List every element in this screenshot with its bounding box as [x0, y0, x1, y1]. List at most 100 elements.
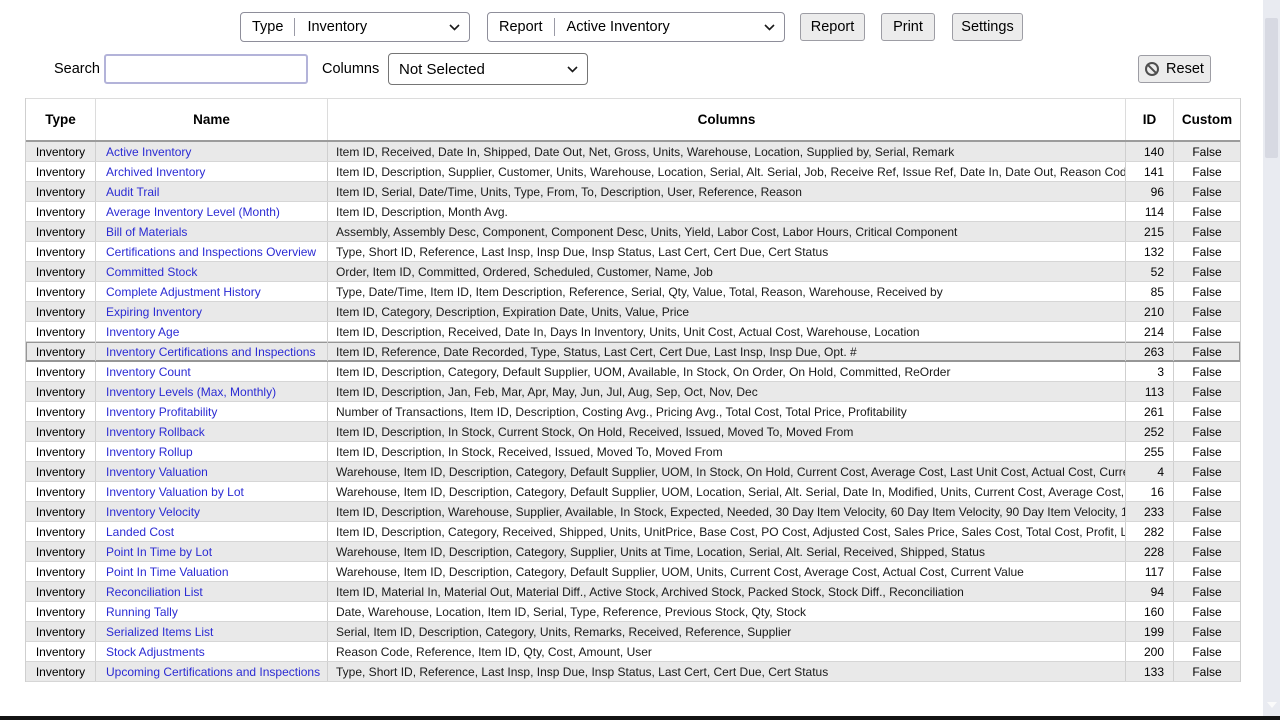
header-name[interactable]: Name [96, 99, 328, 140]
row-id: 133 [1126, 662, 1174, 681]
search-label: Search [54, 61, 100, 77]
report-name-link[interactable]: Committed Stock [106, 265, 197, 279]
row-custom: False [1174, 642, 1240, 661]
reset-button[interactable]: Reset [1138, 55, 1211, 83]
search-input[interactable] [104, 54, 308, 84]
table-row[interactable]: Inventory Inventory Levels (Max, Monthly… [26, 382, 1240, 402]
header-type[interactable]: Type [26, 99, 96, 140]
window-bottom-edge [0, 716, 1280, 720]
table-row[interactable]: Inventory Archived Inventory Item ID, De… [26, 162, 1240, 182]
header-id[interactable]: ID [1126, 99, 1174, 140]
report-name-link[interactable]: Active Inventory [106, 145, 191, 159]
row-custom: False [1174, 222, 1240, 241]
report-name-link[interactable]: Upcoming Certifications and Inspections [106, 665, 320, 679]
report-name-link[interactable]: Inventory Rollup [106, 445, 193, 459]
table-row[interactable]: Inventory Inventory Rollback Item ID, De… [26, 422, 1240, 442]
type-select-group[interactable]: Type Inventory [240, 12, 470, 42]
row-custom: False [1174, 562, 1240, 581]
scroll-down-arrow-icon[interactable] [1267, 702, 1277, 708]
report-label: Report [488, 19, 554, 35]
table-row[interactable]: Inventory Serialized Items List Serial, … [26, 622, 1240, 642]
report-button[interactable]: Report [800, 13, 865, 41]
table-row[interactable]: Inventory Complete Adjustment History Ty… [26, 282, 1240, 302]
scrollbar-thumb[interactable] [1265, 18, 1278, 158]
report-name-link[interactable]: Inventory Valuation [106, 465, 208, 479]
header-columns[interactable]: Columns [328, 99, 1126, 140]
type-select-value[interactable]: Inventory [295, 19, 367, 35]
table-row[interactable]: Inventory Committed Stock Order, Item ID… [26, 262, 1240, 282]
report-name-link[interactable]: Archived Inventory [106, 165, 205, 179]
type-label: Type [241, 19, 294, 35]
row-custom: False [1174, 202, 1240, 221]
table-row[interactable]: Inventory Inventory Count Item ID, Descr… [26, 362, 1240, 382]
table-row[interactable]: Inventory Point In Time by Lot Warehouse… [26, 542, 1240, 562]
report-name-link[interactable]: Point In Time Valuation [106, 565, 229, 579]
report-name-link[interactable]: Inventory Count [106, 365, 191, 379]
table-row[interactable]: Inventory Stock Adjustments Reason Code,… [26, 642, 1240, 662]
report-name-link[interactable]: Inventory Velocity [106, 505, 200, 519]
report-name-link[interactable]: Inventory Certifications and Inspections [106, 345, 315, 359]
report-name-link[interactable]: Bill of Materials [106, 225, 187, 239]
row-custom: False [1174, 302, 1240, 321]
report-name-link[interactable]: Complete Adjustment History [106, 285, 261, 299]
row-id: 261 [1126, 402, 1174, 421]
report-name-link[interactable]: Stock Adjustments [106, 645, 205, 659]
report-select-group[interactable]: Report Active Inventory [487, 12, 785, 42]
row-columns: Serial, Item ID, Description, Category, … [328, 622, 1126, 641]
row-custom: False [1174, 542, 1240, 561]
row-id: 52 [1126, 262, 1174, 281]
report-name-link[interactable]: Inventory Levels (Max, Monthly) [106, 385, 276, 399]
row-columns: Order, Item ID, Committed, Ordered, Sche… [328, 262, 1126, 281]
table-row[interactable]: Inventory Upcoming Certifications and In… [26, 662, 1240, 682]
settings-button[interactable]: Settings [952, 13, 1023, 41]
report-name-link[interactable]: Point In Time by Lot [106, 545, 212, 559]
table-row[interactable]: Inventory Inventory Valuation by Lot War… [26, 482, 1240, 502]
report-name-link[interactable]: Expiring Inventory [106, 305, 202, 319]
table-row[interactable]: Inventory Inventory Profitability Number… [26, 402, 1240, 422]
report-name-link[interactable]: Certifications and Inspections Overview [106, 245, 316, 259]
table-row[interactable]: Inventory Inventory Velocity Item ID, De… [26, 502, 1240, 522]
table-row[interactable]: Inventory Landed Cost Item ID, Descripti… [26, 522, 1240, 542]
table-row[interactable]: Inventory Point In Time Valuation Wareho… [26, 562, 1240, 582]
row-custom: False [1174, 582, 1240, 601]
print-button[interactable]: Print [881, 13, 935, 41]
row-id: 85 [1126, 282, 1174, 301]
table-row[interactable]: Inventory Reconciliation List Item ID, M… [26, 582, 1240, 602]
report-name-link[interactable]: Inventory Rollback [106, 425, 205, 439]
table-row[interactable]: Inventory Active Inventory Item ID, Rece… [26, 142, 1240, 162]
report-name-link[interactable]: Inventory Profitability [106, 405, 217, 419]
table-row[interactable]: Inventory Inventory Rollup Item ID, Desc… [26, 442, 1240, 462]
table-row[interactable]: Inventory Bill of Materials Assembly, As… [26, 222, 1240, 242]
row-columns: Type, Date/Time, Item ID, Item Descripti… [328, 282, 1126, 301]
header-custom[interactable]: Custom [1174, 99, 1240, 140]
table-row[interactable]: Inventory Running Tally Date, Warehouse,… [26, 602, 1240, 622]
report-name-link[interactable]: Running Tally [106, 605, 178, 619]
report-name-link[interactable]: Audit Trail [106, 185, 159, 199]
table-row[interactable]: Inventory Inventory Valuation Warehouse,… [26, 462, 1240, 482]
row-id: 160 [1126, 602, 1174, 621]
row-columns: Item ID, Description, Received, Date In,… [328, 322, 1126, 341]
table-row[interactable]: Inventory Audit Trail Item ID, Serial, D… [26, 182, 1240, 202]
table-row[interactable]: Inventory Certifications and Inspections… [26, 242, 1240, 262]
row-id: 94 [1126, 582, 1174, 601]
report-name-link[interactable]: Average Inventory Level (Month) [106, 205, 280, 219]
columns-select[interactable]: Not Selected [388, 53, 588, 85]
report-name-link[interactable]: Serialized Items List [106, 625, 213, 639]
table-row[interactable]: Inventory Inventory Age Item ID, Descrip… [26, 322, 1240, 342]
row-id: 282 [1126, 522, 1174, 541]
row-columns: Warehouse, Item ID, Description, Categor… [328, 482, 1126, 501]
row-type: Inventory [26, 422, 96, 441]
row-custom: False [1174, 162, 1240, 181]
report-name-link[interactable]: Reconciliation List [106, 585, 203, 599]
vertical-scrollbar[interactable] [1263, 0, 1280, 716]
row-columns: Item ID, Category, Description, Expirati… [328, 302, 1126, 321]
table-row[interactable]: Inventory Expiring Inventory Item ID, Ca… [26, 302, 1240, 322]
row-columns: Item ID, Description, Category, Received… [328, 522, 1126, 541]
table-row[interactable]: Inventory Inventory Certifications and I… [26, 342, 1240, 362]
report-name-link[interactable]: Landed Cost [106, 525, 174, 539]
row-type: Inventory [26, 522, 96, 541]
report-name-link[interactable]: Inventory Age [106, 325, 179, 339]
report-name-link[interactable]: Inventory Valuation by Lot [106, 485, 244, 499]
report-select-value[interactable]: Active Inventory [555, 19, 670, 35]
table-row[interactable]: Inventory Average Inventory Level (Month… [26, 202, 1240, 222]
